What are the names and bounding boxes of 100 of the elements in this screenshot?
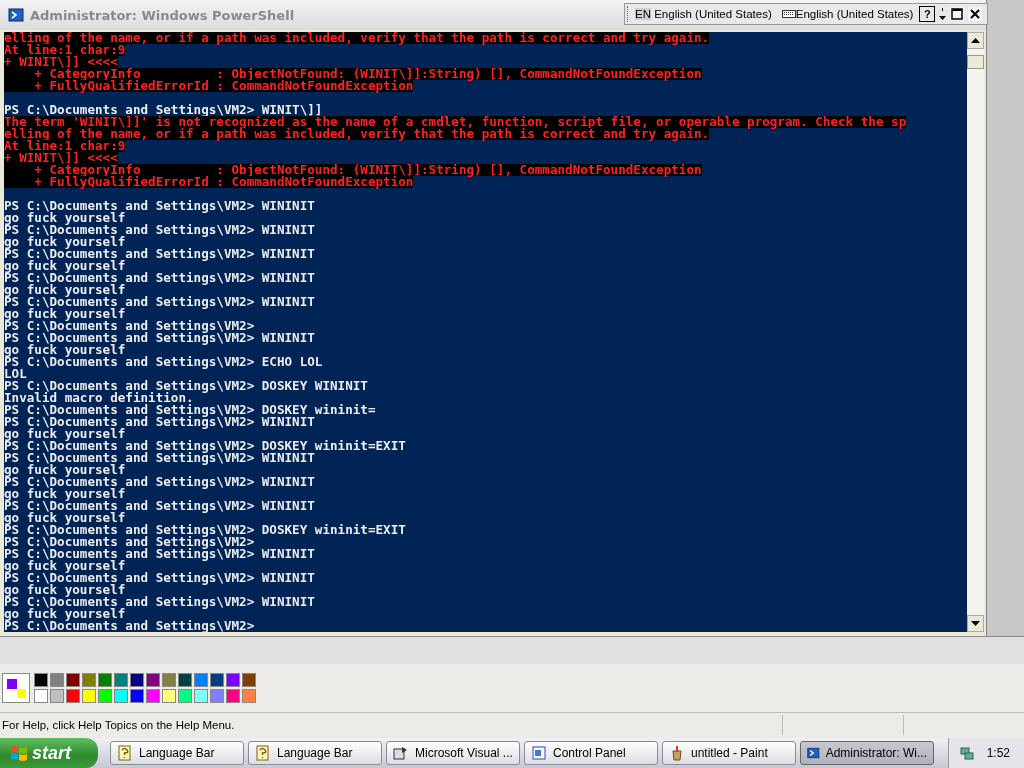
clock: 1:52 [986,746,1010,760]
console-text: go fuck yourself [4,608,126,620]
scroll-down-icon[interactable] [971,621,980,626]
color-swatch[interactable] [34,673,48,687]
console-text: PS C:\Documents and Settings\VM2> [4,320,255,332]
close-button[interactable] [968,7,983,21]
error-text: elling of the name, or if a path was included, verify that the path is correct and try again. [4,32,710,44]
current-colors[interactable] [2,673,30,703]
console-text: go fuck yourself [4,344,126,356]
console-text: PS C:\Documents and Settings\VM2> [4,536,255,548]
error-text: The term 'WINIT\]]' is not recognized as the name of a cmdlet, function, script file, or operable program. Check the sp [4,116,907,128]
console-text: PS C:\Documents and Settings\VM2> DOSKEY wininit= [4,404,376,416]
scroll-up-icon[interactable] [971,38,980,43]
window-title: Administrator: Windows PowerShell [30,7,295,23]
console-text: PS C:\Documents and Settings\VM2> DOSKEY wininit=EXIT [4,524,406,536]
help-document-icon [255,745,271,761]
color-swatch[interactable] [242,673,256,687]
help-document-icon [117,745,133,761]
console-text: LOL [4,368,27,380]
paint-bucket-icon [669,745,685,761]
taskbar-button[interactable]: untitled - Paint [662,741,796,765]
taskbar-button[interactable]: Control Panel [524,741,658,765]
console-text: go fuck yourself [4,260,126,272]
color-swatch[interactable] [34,689,48,703]
color-swatch[interactable] [50,689,64,703]
console-text: go fuck yourself [4,512,126,524]
console-text: PS C:\Documents and Settings\VM2> WININIT [4,572,315,584]
powershell-icon [807,745,820,761]
console-text: PS C:\Documents and Settings\VM2> WININIT [4,500,315,512]
language-button[interactable]: EN English (United States) [635,8,772,20]
error-text: + CategoryInfo : ObjectNotFound: (WINIT\]]:String) [], CommandNotFoundException [4,68,702,80]
color-swatch[interactable] [226,689,240,703]
console-text: go fuck yourself [4,584,126,596]
vertical-scrollbar[interactable] [967,32,984,632]
color-swatch[interactable] [146,689,160,703]
console-text: PS C:\Documents and Settings\VM2> WININIT [4,248,315,260]
color-swatch[interactable] [194,689,208,703]
application-icon [393,745,409,761]
options-caret-icon[interactable] [939,7,947,21]
console-text: PS C:\Documents and Settings\VM2> WININIT [4,548,315,560]
console-text: go fuck yourself [4,284,126,296]
console-text: go fuck yourself [4,212,126,224]
console-text: PS C:\Documents and Settings\VM2> WININIT [4,224,315,236]
color-swatch[interactable] [162,673,176,687]
start-button[interactable]: start [0,738,98,768]
error-text: + FullyQualifiedErrorId : CommandNotFoundException [4,80,414,92]
console-text: PS C:\Documents and Settings\VM2> DOSKEY WININIT [4,380,368,392]
console-text: PS C:\Documents and Settings\VM2> WININIT [4,272,315,284]
color-swatch[interactable] [130,689,144,703]
color-swatch[interactable] [210,673,224,687]
color-swatch[interactable] [82,689,96,703]
console-text: PS C:\Documents and Settings\VM2> WININIT [4,296,315,308]
console-text: go fuck yourself [4,236,126,248]
color-swatch[interactable] [50,673,64,687]
console-text: go fuck yourself [4,560,126,572]
color-swatch[interactable] [114,689,128,703]
color-swatch[interactable] [98,689,112,703]
scroll-thumb[interactable] [967,55,984,69]
color-swatch[interactable] [146,673,160,687]
maximize-button[interactable] [950,7,965,21]
color-swatch[interactable] [98,673,112,687]
control-panel-icon [531,745,547,761]
color-swatch[interactable] [242,689,256,703]
console-text: PS C:\Documents and Settings\VM2> WINIT\]] [4,104,323,116]
keyboard-layout-button[interactable]: English (United States) [781,8,914,20]
console-text: PS C:\Documents and Settings\VM2> ECHO LOL [4,356,323,368]
taskbar-button[interactable]: Language Bar [248,741,382,765]
color-swatch[interactable] [178,673,192,687]
error-text: At line:1 char:9 [4,44,126,56]
help-button[interactable]: ? [919,6,936,22]
color-swatch[interactable] [194,673,208,687]
console-text: PS C:\Documents and Settings\VM2> WININIT [4,476,315,488]
color-swatch[interactable] [66,689,80,703]
color-swatch[interactable] [210,689,224,703]
color-swatch[interactable] [66,673,80,687]
powershell-icon [8,7,24,23]
console-text: PS C:\Documents and Settings\VM2> WININIT [4,332,315,344]
color-swatch[interactable] [178,689,192,703]
console-text: Invalid macro definition. [4,392,194,404]
windows-flag-icon [10,744,28,762]
color-swatch[interactable] [114,673,128,687]
color-swatch[interactable] [226,673,240,687]
error-text: + CategoryInfo : ObjectNotFound: (WINIT\]]:String) [], CommandNotFoundException [4,164,702,176]
taskbar-button[interactable]: Administrator: Wi... [800,741,934,765]
console-text: PS C:\Documents and Settings\VM2> DOSKEY wininit=EXIT [4,440,406,452]
console-text: PS C:\Documents and Settings\VM2> WININIT [4,452,315,464]
color-swatch[interactable] [82,673,96,687]
status-text: For Help, click Help Topics on the Help Menu. [1,719,236,732]
color-swatch[interactable] [162,689,176,703]
error-text: At line:1 char:9 [4,140,126,152]
error-text: + WINIT\]] <<<< [4,56,118,68]
taskbar-button[interactable]: Language Bar [110,741,244,765]
console-text: PS C:\Documents and Settings\VM2> [4,620,255,632]
network-icon[interactable] [958,745,975,761]
color-swatch[interactable] [130,673,144,687]
console-text: go fuck yourself [4,308,126,320]
error-text: + WINIT\]] <<<< [4,152,118,164]
error-text: + FullyQualifiedErrorId : CommandNotFoundException [4,176,414,188]
taskbar-button[interactable]: Microsoft Visual ... [386,741,520,765]
console-text: PS C:\Documents and Settings\VM2> WININIT [4,416,315,428]
